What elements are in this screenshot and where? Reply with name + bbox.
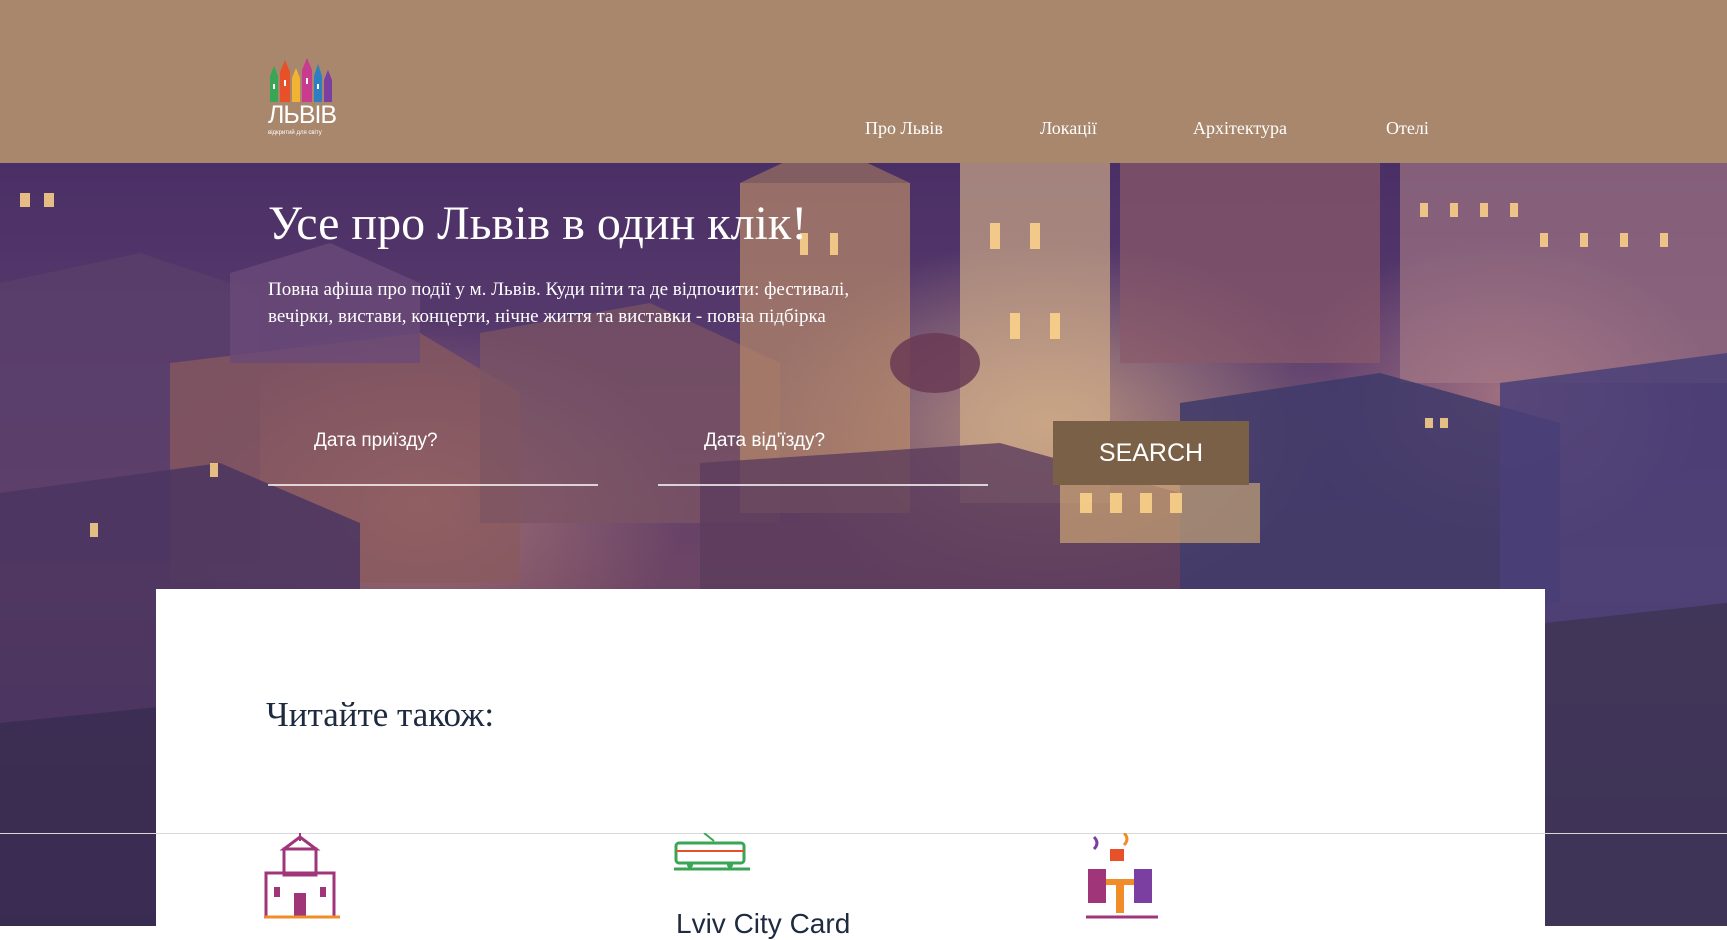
logo-tagline: відкритий для світу [268,130,322,136]
section-divider [0,833,1727,834]
hero-title: Усе про Львів в один клік! [268,197,808,250]
read-also-title: Читайте також: [266,695,495,734]
arrival-date-placeholder: Дата приїзду? [314,430,438,451]
lviv-logo[interactable]: ЛЬВІВ відкритий для світу [268,58,338,144]
logo-wordmark: ЛЬВІВ [268,101,337,129]
tram-icon[interactable] [674,833,750,873]
church-icon[interactable] [264,833,340,919]
site-header: ЛЬВІВ відкритий для світу Про Львів Лока… [0,0,1727,163]
card-title-lviv-city-card[interactable]: Lviv City Card [676,908,850,940]
nav-item-about-lviv[interactable]: Про Львів [865,118,943,139]
departure-date-placeholder: Дата від'їзду? [704,430,826,451]
arrival-date-field[interactable]: Дата приїзду? [268,420,598,486]
cafe-icon[interactable] [1084,833,1160,919]
hero-subtitle: Повна афіша про події у м. Львів. Куди п… [268,279,850,327]
read-also-panel: Читайте також: [156,589,1545,926]
city-skyline-icon [270,58,332,102]
nav-item-locations[interactable]: Локації [1040,118,1097,139]
nav-item-hotels[interactable]: Отелі [1386,118,1429,139]
nav-item-architecture[interactable]: Архітектура [1193,118,1287,139]
search-button[interactable]: SEARCH [1053,421,1249,485]
departure-date-field[interactable]: Дата від'їзду? [658,420,988,486]
